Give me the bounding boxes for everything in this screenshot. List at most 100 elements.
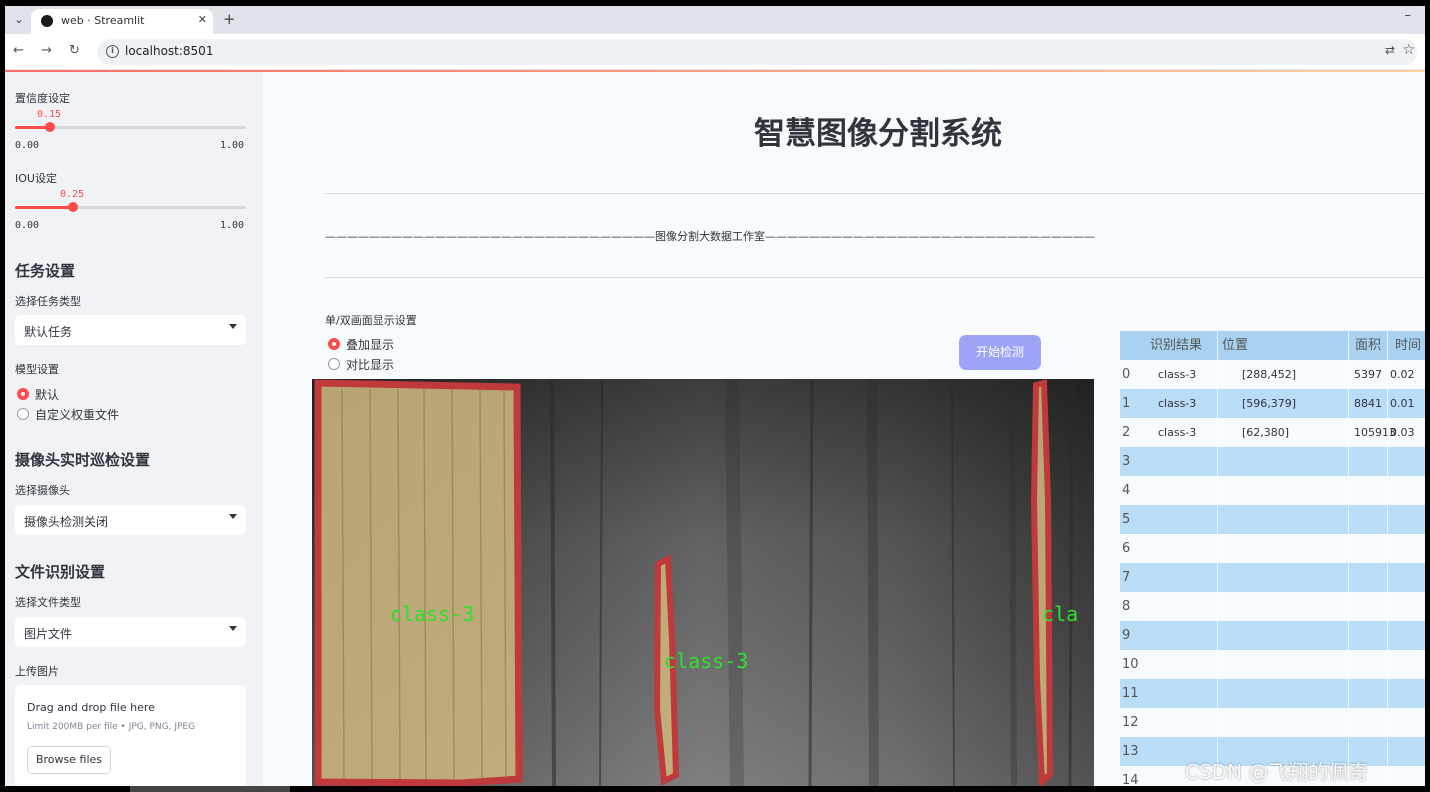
table-cell: class-3 [1158,368,1197,381]
table-row[interactable]: 9 [1120,621,1425,650]
bookmark-star-icon[interactable]: ☆ [1402,42,1415,58]
row-index: 2 [1122,425,1131,440]
table-row[interactable]: 3 [1120,447,1425,476]
mask-label-1: class-3 [390,602,474,626]
row-index: 11 [1122,686,1139,701]
browser-tab[interactable]: web · Streamlit ✕ [31,9,213,34]
row-index: 6 [1122,541,1131,556]
segmentation-mask-1 [314,379,523,786]
task-heading: 任务设置 [15,262,76,280]
camera-select[interactable]: 摄像头检测关闭 [15,505,246,535]
translate-icon[interactable]: ⇄ [1385,43,1395,57]
table-cell: 0.02 [1390,368,1415,381]
table-row[interactable]: 2 class-3 [62,380] 105913 0.03 [1120,418,1425,447]
upload-label: 上传图片 [15,665,59,678]
browser-window: ⌄ web · Streamlit ✕ + – ← → ↻ i localhos… [5,6,1425,786]
browse-files-button[interactable]: Browse files [27,746,111,774]
table-row[interactable]: 6 [1120,534,1425,563]
iou-max: 1.00 [220,220,245,231]
row-index: 12 [1122,715,1139,730]
display-mode-label: 单/双画面显示设置 [325,314,417,327]
table-cell: [596,379] [1242,397,1297,410]
model-radio-custom[interactable] [17,408,29,420]
model-option-default[interactable]: 默认 [35,386,59,403]
row-index: 4 [1122,483,1131,498]
table-row[interactable]: 8 [1120,592,1425,621]
table-cell: 0.03 [1390,426,1415,439]
camera-heading: 摄像头实时巡检设置 [15,451,151,469]
header-area: 面积 [1355,338,1382,353]
row-index: 5 [1122,512,1131,527]
taskbar-preview [130,786,290,792]
header-position: 位置 [1222,338,1249,353]
table-header-row: 识别结果 位置 面积 时间 [1120,331,1425,360]
minimize-icon[interactable]: – [1405,8,1412,23]
confidence-slider-thumb[interactable] [44,122,55,132]
row-index: 7 [1122,570,1131,585]
task-select-label: 选择任务类型 [15,295,81,308]
display-radio-compare[interactable] [328,358,340,370]
table-row[interactable]: 11 [1120,679,1425,708]
segmentation-mask-3 [1030,379,1054,786]
iou-slider[interactable] [15,202,246,212]
new-tab-icon[interactable]: + [223,10,236,28]
confidence-min: 0.00 [15,140,40,151]
table-row[interactable]: 7 [1120,563,1425,592]
file-select[interactable]: 图片文件 [15,617,246,647]
chevron-down-icon [229,324,237,329]
confidence-max: 1.00 [220,140,245,151]
reload-icon[interactable]: ↻ [69,43,80,58]
watermark: CSDN @飞翔的佩奇 [1185,760,1369,784]
confidence-label: 置信度设定 [15,92,70,105]
tab-list-icon[interactable]: ⌄ [10,11,28,29]
segmentation-result-image: class-3 class-3 cla [312,379,1094,786]
table-row[interactable]: 10 [1120,650,1425,679]
iou-slider-fill [15,206,73,209]
table-row[interactable]: 1 class-3 [596,379] 8841 0.01 [1120,389,1425,418]
close-tab-icon[interactable]: ✕ [198,13,207,26]
table-row[interactable]: 12 [1120,708,1425,737]
back-icon[interactable]: ← [13,43,24,58]
tab-bar: ⌄ web · Streamlit ✕ + – [5,6,1425,34]
table-row[interactable]: 0 class-3 [288,452] 5397 0.02 [1120,360,1425,389]
mask-label-3: cla [1042,602,1078,626]
file-select-label: 选择文件类型 [15,596,81,609]
display-option-compare[interactable]: 对比显示 [346,356,394,373]
table-cell: 8841 [1354,397,1382,410]
model-radio-default[interactable] [17,388,29,400]
row-index: 13 [1122,744,1139,759]
table-row[interactable]: 4 [1120,476,1425,505]
table-cell: class-3 [1158,397,1197,410]
row-index: 9 [1122,628,1131,643]
file-heading: 文件识别设置 [15,563,106,581]
row-index: 8 [1122,599,1131,614]
display-radio-overlay[interactable] [328,338,340,350]
header-time: 时间 [1395,338,1422,353]
confidence-value: 0.15 [37,109,62,120]
file-uploader-dropzone[interactable]: Drag and drop file here Limit 200MB per … [15,685,246,786]
start-detection-button[interactable]: 开始检测 [959,335,1041,370]
row-index: 1 [1122,396,1131,411]
table-cell: [288,452] [1242,368,1297,381]
confidence-slider[interactable] [15,122,246,132]
url-text[interactable]: localhost:8501 [125,44,213,58]
table-row[interactable]: 5 [1120,505,1425,534]
iou-slider-thumb[interactable] [67,202,78,212]
camera-select-value: 摄像头检测关闭 [24,515,109,529]
display-option-overlay[interactable]: 叠加显示 [346,336,394,353]
column-divider [1387,331,1388,786]
address-bar[interactable]: i localhost:8501 ⇄ ☆ [97,39,1417,65]
sidebar: 置信度设定 0.15 0.00 1.00 IOU设定 0.25 0.00 1.0… [5,72,263,786]
browser-toolbar: ← → ↻ i localhost:8501 ⇄ ☆ [5,34,1425,70]
drag-drop-text: Drag and drop file here [27,701,155,714]
model-option-custom[interactable]: 自定义权重文件 [35,406,119,423]
row-index: 0 [1122,367,1131,382]
row-index: 14 [1122,773,1139,786]
divider [325,193,1425,194]
table-cell: 0.01 [1390,397,1415,410]
iou-value: 0.25 [60,189,85,200]
results-table: 识别结果 位置 面积 时间 0 class-3 [288,452] 5 3 9 7 0.02 1… [1120,331,1425,786]
task-select[interactable]: 默认任务 [15,315,246,345]
forward-icon[interactable]: → [41,43,52,58]
site-info-icon[interactable]: i [106,45,119,58]
